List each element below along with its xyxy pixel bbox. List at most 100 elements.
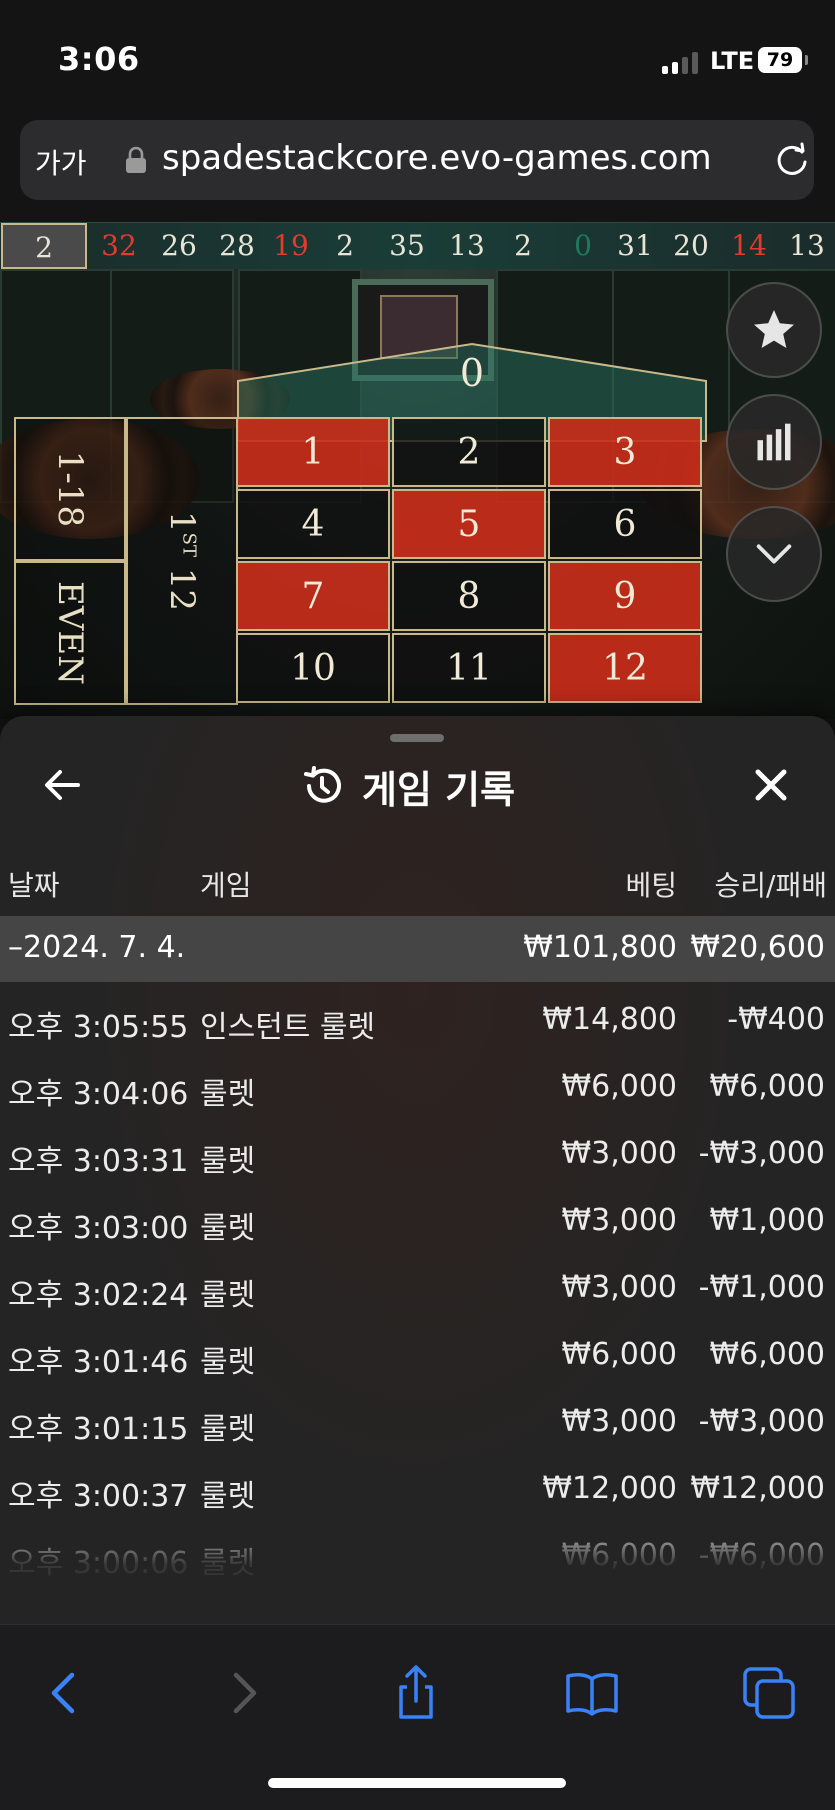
row-time: 오후 3:03:00: [8, 1211, 189, 1246]
row-game: 룰렛: [200, 1479, 256, 1514]
history-title: 게임 기록: [300, 760, 515, 812]
history-row[interactable]: 오후 3:05:55 인스턴트 룰렛 ₩14,800 -₩400: [0, 988, 835, 1054]
dozen-suffix: ST: [178, 532, 200, 557]
row-bet: ₩3,000: [561, 1203, 677, 1238]
network-type: LTE: [710, 47, 755, 75]
row-result: -₩3,000: [698, 1136, 825, 1171]
row-time: 오후 3:01:15: [8, 1412, 189, 1447]
bet-number[interactable]: 11: [392, 633, 546, 703]
history-row[interactable]: 오후 3:04:06 룰렛 ₩6,000 ₩6,000: [0, 1055, 835, 1121]
history-row[interactable]: 오후 3:02:24 룰렛 ₩3,000 -₩1,000: [0, 1256, 835, 1322]
row-game: 룰렛: [200, 1345, 256, 1380]
row-bet: ₩3,000: [561, 1270, 677, 1305]
url-text[interactable]: spadestackcore.evo-games.com: [162, 138, 712, 178]
row-game: 룰렛: [200, 1077, 256, 1112]
roulette-table: 0 1-18 EVEN 1ST 12 1 2 3 4 5 6 7 8 9 10 11 12: [0, 269, 835, 719]
bet-number[interactable]: 7: [236, 561, 390, 631]
row-result: -₩1,000: [698, 1270, 825, 1305]
history-row[interactable]: 오후 3:03:00 룰렛 ₩3,000 ₩1,000: [0, 1189, 835, 1255]
recent-results-strip: 2 32 26 28 19 2 35 13 2 0 31 20 14 13: [0, 222, 835, 270]
text-size-button[interactable]: 가가: [35, 142, 87, 182]
bet-number[interactable]: 12: [548, 633, 702, 703]
row-game: 룰렛: [200, 1412, 256, 1447]
bet-even[interactable]: EVEN: [14, 561, 126, 705]
stats-icon: [757, 423, 791, 461]
result-number: 32: [101, 229, 137, 262]
row-result: ₩12,000: [690, 1471, 825, 1506]
collapse-button[interactable]: [726, 506, 822, 602]
home-indicator[interactable]: [268, 1778, 566, 1788]
back-icon[interactable]: [34, 1663, 94, 1723]
row-result: ₩1,000: [709, 1203, 825, 1238]
row-bet: ₩6,000: [561, 1069, 677, 1104]
forward-icon[interactable]: [214, 1663, 274, 1723]
row-game: 룰렛: [200, 1144, 256, 1179]
first-dozen-label: 1ST 12: [162, 511, 202, 611]
bet-number[interactable]: 6: [548, 489, 702, 559]
row-game: 인스턴트 룰렛: [200, 1010, 376, 1045]
history-row[interactable]: 오후 3:01:15 룰렛 ₩3,000 -₩3,000: [0, 1390, 835, 1456]
row-game: 룰렛: [200, 1211, 256, 1246]
dozen-number: 1: [162, 510, 202, 533]
cellular-signal-icon: [662, 50, 698, 74]
statistics-button[interactable]: [726, 394, 822, 490]
date-group-row[interactable]: –2024. 7. 4. ₩101,800 ₩20,600: [0, 916, 835, 982]
list-fade: [0, 1516, 835, 1624]
bet-number[interactable]: 2: [392, 417, 546, 487]
result-number: 35: [389, 229, 425, 262]
result-number: 26: [161, 229, 197, 262]
column-result: 승리/패배: [714, 869, 827, 902]
row-time: 오후 3:04:06: [8, 1077, 189, 1112]
bet-number[interactable]: 10: [236, 633, 390, 703]
row-result: ₩6,000: [709, 1337, 825, 1372]
latest-result: 2: [1, 223, 87, 269]
bet-number[interactable]: 3: [548, 417, 702, 487]
reload-icon[interactable]: [772, 140, 812, 180]
row-bet: ₩12,000: [542, 1471, 677, 1506]
result-number: 0: [574, 229, 592, 262]
row-time: 오후 3:00:37: [8, 1479, 189, 1514]
close-icon[interactable]: [746, 760, 796, 810]
zero-number[interactable]: 0: [236, 351, 708, 395]
result-number: 13: [789, 229, 825, 262]
address-bar[interactable]: 가가 spadestackcore.evo-games.com: [20, 120, 814, 200]
history-row[interactable]: 오후 3:01:46 룰렛 ₩6,000 ₩6,000: [0, 1323, 835, 1389]
column-game: 게임: [200, 869, 252, 902]
chevron-down-icon: [756, 544, 792, 564]
bet-number[interactable]: 5: [392, 489, 546, 559]
history-row[interactable]: 오후 3:00:37 룰렛 ₩12,000 ₩12,000: [0, 1457, 835, 1523]
bet-number[interactable]: 8: [392, 561, 546, 631]
bet-number[interactable]: 4: [236, 489, 390, 559]
row-time: 오후 3:05:55: [8, 1010, 189, 1045]
row-time: 오후 3:03:31: [8, 1144, 189, 1179]
date-group-result: ₩20,600: [690, 930, 825, 965]
dozen-value: 12: [162, 567, 202, 612]
bet-first-dozen[interactable]: 1ST 12: [126, 417, 238, 705]
column-date: 날짜: [8, 869, 60, 902]
share-icon[interactable]: [386, 1663, 446, 1723]
game-history-sheet: 게임 기록 날짜 게임 베팅 승리/패배 –2024. 7. 4. ₩101,8…: [0, 716, 835, 1624]
sheet-grabber[interactable]: [390, 734, 444, 742]
row-game: 룰렛: [200, 1278, 256, 1313]
row-result: ₩6,000: [709, 1069, 825, 1104]
row-result: -₩400: [727, 1002, 825, 1037]
history-title-text: 게임 기록: [362, 767, 516, 812]
row-time: 오후 3:01:46: [8, 1345, 189, 1380]
back-arrow-icon[interactable]: [38, 760, 88, 810]
bet-number[interactable]: 9: [548, 561, 702, 631]
tabs-icon[interactable]: [740, 1663, 800, 1723]
favorites-button[interactable]: [726, 282, 822, 378]
result-number: 31: [617, 229, 653, 262]
status-time: 3:06: [58, 40, 140, 78]
star-icon: [754, 310, 794, 348]
history-row[interactable]: 오후 3:03:31 룰렛 ₩3,000 -₩3,000: [0, 1122, 835, 1188]
result-number: 19: [273, 229, 309, 262]
bet-number[interactable]: 1: [236, 417, 390, 487]
row-result: -₩3,000: [698, 1404, 825, 1439]
result-number: 28: [219, 229, 255, 262]
bet-1-18-label: 1-18: [50, 450, 90, 528]
row-bet: ₩3,000: [561, 1404, 677, 1439]
bet-1-18[interactable]: 1-18: [14, 417, 126, 561]
result-number: 2: [336, 229, 354, 262]
bookmarks-icon[interactable]: [562, 1663, 622, 1723]
